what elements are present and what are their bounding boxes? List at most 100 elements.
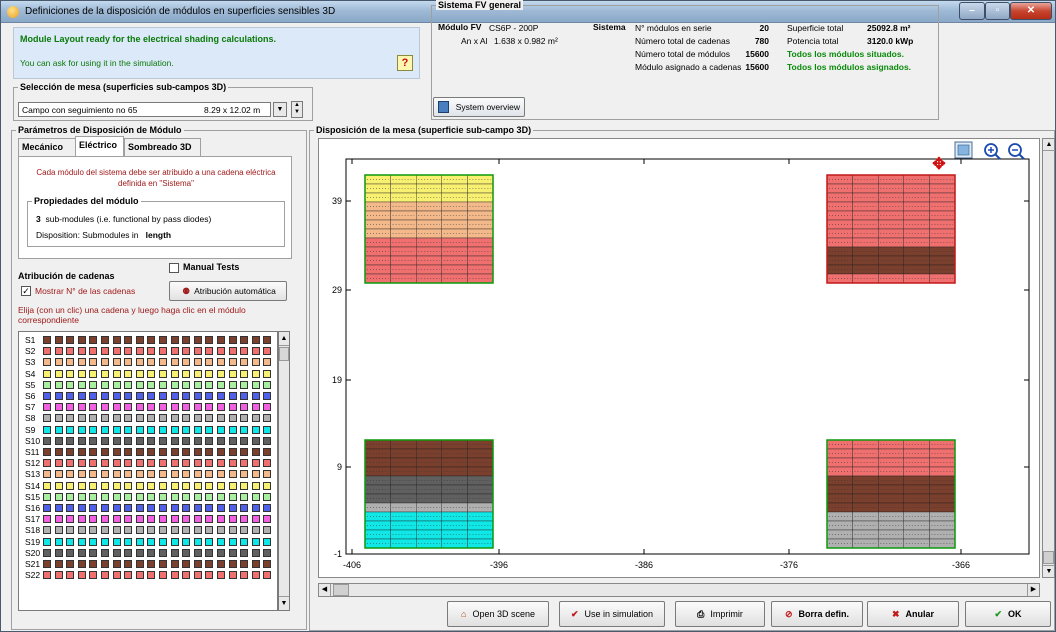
string-module-box[interactable]	[101, 392, 109, 400]
string-module-box[interactable]	[66, 358, 75, 367]
string-module-box[interactable]	[193, 459, 202, 468]
pv-module[interactable]	[929, 439, 956, 450]
string-module-box[interactable]	[66, 436, 75, 445]
string-module-box[interactable]	[217, 403, 225, 412]
pv-module[interactable]	[390, 237, 417, 248]
string-module-box[interactable]	[159, 537, 167, 546]
string-module-box[interactable]	[54, 369, 63, 378]
string-module-box[interactable]	[251, 414, 260, 423]
string-module-box[interactable]	[54, 560, 63, 568]
string-module-box[interactable]	[193, 347, 202, 356]
string-module-box[interactable]	[251, 548, 260, 557]
pv-module[interactable]	[441, 457, 468, 468]
string-module-box[interactable]	[112, 369, 121, 378]
string-module-box[interactable]	[66, 537, 75, 546]
string-module-box[interactable]	[43, 571, 51, 580]
pv-module[interactable]	[852, 228, 879, 239]
pv-module[interactable]	[390, 273, 417, 284]
pv-module[interactable]	[441, 520, 468, 531]
pv-module[interactable]	[826, 183, 853, 194]
string-module-box[interactable]	[182, 526, 191, 535]
string-module-box[interactable]	[101, 414, 109, 423]
string-module-box[interactable]	[124, 403, 133, 412]
string-module-box[interactable]	[124, 347, 133, 356]
string-module-box[interactable]	[170, 380, 179, 389]
string-module-box[interactable]	[54, 515, 63, 524]
pv-module[interactable]	[903, 228, 930, 239]
pv-module[interactable]	[390, 210, 417, 221]
pv-module[interactable]	[467, 219, 494, 230]
string-module-box[interactable]	[251, 403, 260, 412]
string-module-box[interactable]	[66, 448, 75, 456]
string-module-box[interactable]	[263, 504, 272, 512]
pv-module[interactable]	[903, 273, 930, 284]
pv-module[interactable]	[390, 502, 417, 513]
pv-module[interactable]	[467, 174, 494, 185]
string-module-box[interactable]	[193, 504, 202, 512]
pv-module[interactable]	[390, 219, 417, 230]
string-module-box[interactable]	[263, 571, 272, 580]
string-module-box[interactable]	[124, 358, 133, 367]
string-module-box[interactable]	[54, 358, 63, 367]
string-module-box[interactable]	[135, 392, 144, 400]
pv-module[interactable]	[826, 174, 853, 185]
string-module-box[interactable]	[77, 470, 86, 479]
string-module-box[interactable]	[135, 571, 144, 580]
pv-module[interactable]	[878, 511, 905, 522]
pv-module[interactable]	[929, 520, 956, 531]
string-module-box[interactable]	[263, 526, 272, 535]
string-module-box[interactable]	[147, 537, 156, 546]
string-module-box[interactable]	[182, 459, 191, 468]
pv-module[interactable]	[903, 475, 930, 486]
string-module-box[interactable]	[43, 380, 51, 389]
pv-module[interactable]	[390, 511, 417, 522]
mesa-select[interactable]: Campo con seguimiento no 65 8.29 x 12.02…	[18, 102, 271, 117]
string-module-box[interactable]	[77, 459, 86, 468]
string-module-box[interactable]	[135, 347, 144, 356]
string-module-box[interactable]	[124, 414, 133, 423]
pv-module[interactable]	[441, 538, 468, 549]
pv-module[interactable]	[364, 475, 391, 486]
string-module-box[interactable]	[135, 369, 144, 378]
pv-module[interactable]	[364, 201, 391, 212]
string-module-box[interactable]	[124, 548, 133, 557]
pv-module[interactable]	[929, 210, 956, 221]
string-module-box[interactable]	[135, 448, 144, 456]
pv-module[interactable]	[852, 493, 879, 504]
string-module-box[interactable]	[240, 548, 249, 557]
pv-module[interactable]	[878, 210, 905, 221]
string-module-box[interactable]	[101, 481, 109, 490]
string-module-box[interactable]	[147, 526, 156, 535]
pv-module[interactable]	[467, 493, 494, 504]
pv-module[interactable]	[878, 264, 905, 275]
pv-module[interactable]	[903, 502, 930, 513]
string-module-box[interactable]	[217, 526, 225, 535]
string-module-box[interactable]	[205, 560, 214, 568]
pv-module[interactable]	[364, 174, 391, 185]
string-module-box[interactable]	[251, 380, 260, 389]
string-module-box[interactable]	[251, 448, 260, 456]
pv-module[interactable]	[415, 192, 442, 203]
pv-module[interactable]	[415, 466, 442, 477]
pv-module[interactable]	[467, 264, 494, 275]
pv-module[interactable]	[878, 475, 905, 486]
pv-module[interactable]	[390, 228, 417, 239]
string-module-box[interactable]	[170, 515, 179, 524]
pv-module[interactable]	[929, 484, 956, 495]
pv-module[interactable]	[852, 192, 879, 203]
string-module-box[interactable]	[217, 548, 225, 557]
pv-module[interactable]	[390, 255, 417, 266]
scroll-right-icon[interactable]: ▶	[1027, 584, 1039, 596]
string-module-box[interactable]	[43, 436, 51, 445]
string-module-box[interactable]	[135, 414, 144, 423]
string-module-box[interactable]	[205, 448, 214, 456]
string-module-box[interactable]	[251, 436, 260, 445]
string-row[interactable]: S4	[19, 368, 277, 379]
string-module-box[interactable]	[89, 436, 98, 445]
string-module-box[interactable]	[112, 571, 121, 580]
string-module-box[interactable]	[193, 369, 202, 378]
string-row[interactable]: S13	[19, 468, 277, 479]
string-module-box[interactable]	[43, 548, 51, 557]
string-module-box[interactable]	[159, 459, 167, 468]
string-module-box[interactable]	[89, 470, 98, 479]
